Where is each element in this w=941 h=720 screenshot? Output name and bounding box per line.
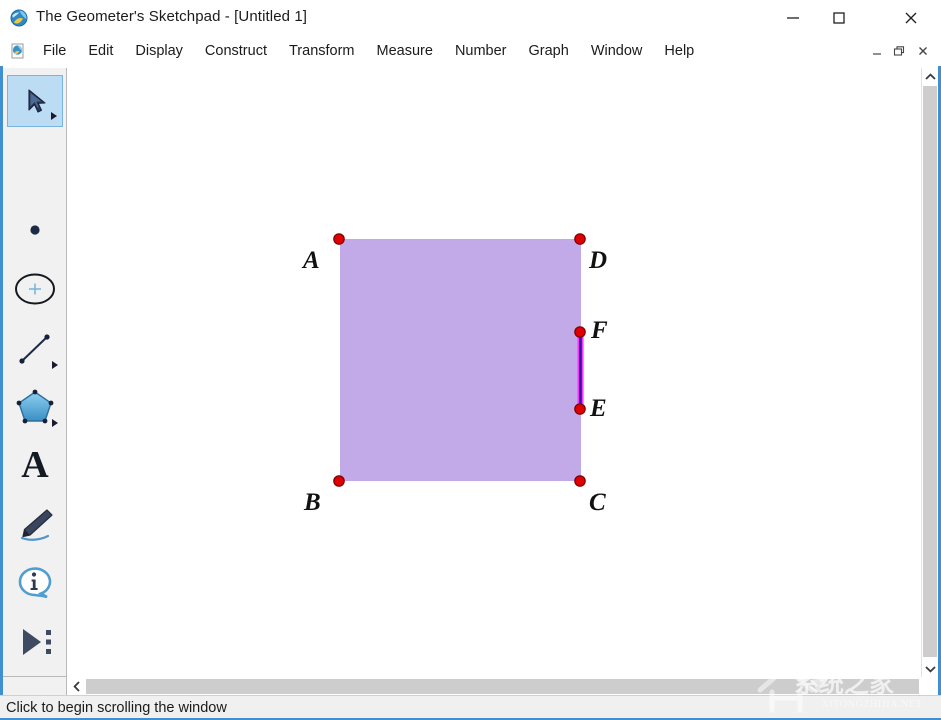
arrow-select-tool[interactable] [7,75,63,127]
sketch-figure[interactable] [68,68,921,677]
document-frame: A [0,66,941,695]
text-A-icon: A [15,444,55,484]
point-label-E: E [590,396,607,421]
arrow-cursor-icon [18,84,52,118]
chevron-up-icon [925,73,936,81]
point-label-B: B [304,490,321,515]
polygon-pentagon-icon [13,386,57,428]
sketch-canvas[interactable]: A D F E B C [68,68,921,677]
point-tool[interactable] [7,204,63,256]
sketchpad-globe-icon [10,9,28,27]
sketchpad-window: The Geometer's Sketchpad - [Untitled 1] … [0,0,941,720]
title-bar: The Geometer's Sketchpad - [Untitled 1] [0,0,941,37]
mdi-minimize-button[interactable] [866,40,888,61]
toolbox: A [3,68,67,677]
window-minimize-button[interactable] [770,0,816,36]
point-label-D: D [589,248,607,273]
point-A [334,234,344,244]
menu-bar: File Edit Display Construct Transform Me… [0,36,941,67]
segment-line-icon [15,330,55,368]
svg-text:A: A [21,444,49,484]
menu-number[interactable]: Number [444,36,518,66]
scrollbar-corner [921,677,938,696]
text-tool[interactable]: A [7,438,63,490]
polygon-tool[interactable] [7,381,63,433]
point-E [575,404,585,414]
point-C [575,476,585,486]
menu-measure[interactable]: Measure [366,36,444,66]
menu-display[interactable]: Display [124,36,194,66]
menu-transform[interactable]: Transform [278,36,366,66]
window-maximize-button[interactable] [816,0,862,36]
point-label-A: A [303,248,320,273]
vertical-scrollbar[interactable] [921,68,938,677]
menu-edit[interactable]: Edit [77,36,124,66]
point-D [575,234,585,244]
marker-tool[interactable] [7,498,63,550]
straightedge-tool[interactable] [7,323,63,375]
menu-file[interactable]: File [32,36,77,66]
horizontal-scroll-thumb[interactable] [86,679,919,694]
scroll-down-button[interactable] [922,660,938,677]
status-message: Click to begin scrolling the window [6,700,227,716]
chevron-down-icon [925,665,936,673]
flyout-arrow-icon[interactable] [52,361,58,369]
compass-circle-tool[interactable] [7,263,63,315]
point-label-C: C [589,490,606,515]
information-tool[interactable] [7,557,63,609]
document-icon [10,43,26,59]
menu-graph[interactable]: Graph [518,36,580,66]
mdi-restore-button[interactable] [888,40,910,61]
flyout-arrow-icon[interactable] [51,112,57,120]
horizontal-scrollbar[interactable] [68,677,921,696]
circle-compass-icon [13,269,57,309]
scroll-left-button[interactable] [68,677,85,695]
custom-tool[interactable] [7,616,63,668]
point-icon [25,220,45,240]
menu-help[interactable]: Help [653,36,705,66]
flyout-arrow-icon[interactable] [52,419,58,427]
vertical-scroll-thumb[interactable] [923,86,937,657]
marker-pen-icon [14,505,56,543]
information-balloon-icon [14,563,56,603]
point-F [575,327,585,337]
menu-window[interactable]: Window [580,36,654,66]
menu-construct[interactable]: Construct [194,36,278,66]
point-label-F: F [591,318,608,343]
square-fill [340,239,581,481]
window-close-button[interactable] [888,0,934,36]
play-triangle-dots-icon [13,625,57,659]
point-B [334,476,344,486]
window-title: The Geometer's Sketchpad - [Untitled 1] [36,8,307,25]
mdi-close-button[interactable] [912,40,934,61]
chevron-left-icon [73,681,81,692]
scroll-up-button[interactable] [922,68,938,85]
status-bar: Click to begin scrolling the window [0,695,941,720]
menu-items: File Edit Display Construct Transform Me… [32,36,705,66]
